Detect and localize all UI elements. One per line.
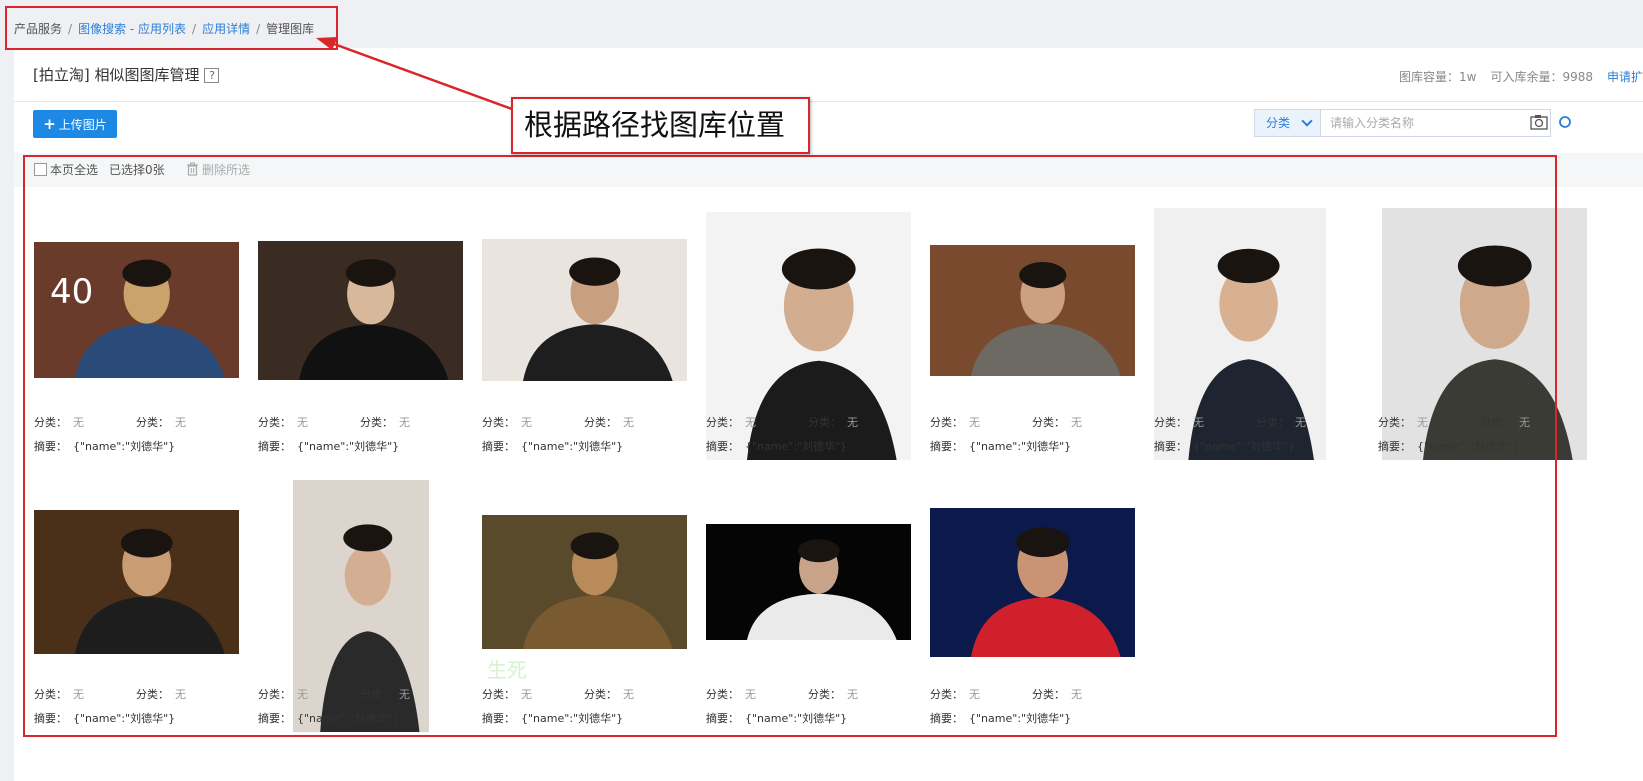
category-select-label: 分类 — [1266, 116, 1291, 130]
capacity-info: 图库容量：1w 可入库余量：9988 申请扩 — [1399, 68, 1643, 85]
title-row: [拍立淘] 相似图图库管理? 图库容量：1w 可入库余量：9988 申请扩 — [14, 48, 1643, 102]
annotation-callout: 根据路径找图库位置 — [511, 97, 810, 154]
category-select[interactable]: 分类 — [1254, 109, 1321, 137]
upload-label: 上传图片 — [58, 118, 107, 132]
upload-image-button[interactable]: + 上传图片 — [33, 110, 117, 138]
search-icon[interactable] — [1558, 115, 1574, 131]
remaining-label: 可入库余量：9988 — [1490, 70, 1593, 84]
capacity-label: 图库容量：1w — [1398, 70, 1477, 84]
annotation-breadcrumb-highlight — [5, 6, 338, 50]
chevron-down-icon — [1301, 115, 1313, 127]
page-title: [拍立淘] 相似图图库管理? — [33, 64, 220, 85]
camera-icon[interactable] — [1530, 114, 1548, 130]
category-search-input[interactable] — [1321, 109, 1551, 137]
page-title-text: [拍立淘] 相似图图库管理 — [33, 66, 200, 84]
help-icon[interactable]: ? — [204, 68, 220, 83]
plus-icon: + — [43, 115, 56, 133]
search-group: 分类 — [1254, 109, 1643, 137]
annotation-grid-highlight — [23, 155, 1557, 737]
apply-expand-link[interactable]: 申请扩 — [1607, 70, 1643, 84]
